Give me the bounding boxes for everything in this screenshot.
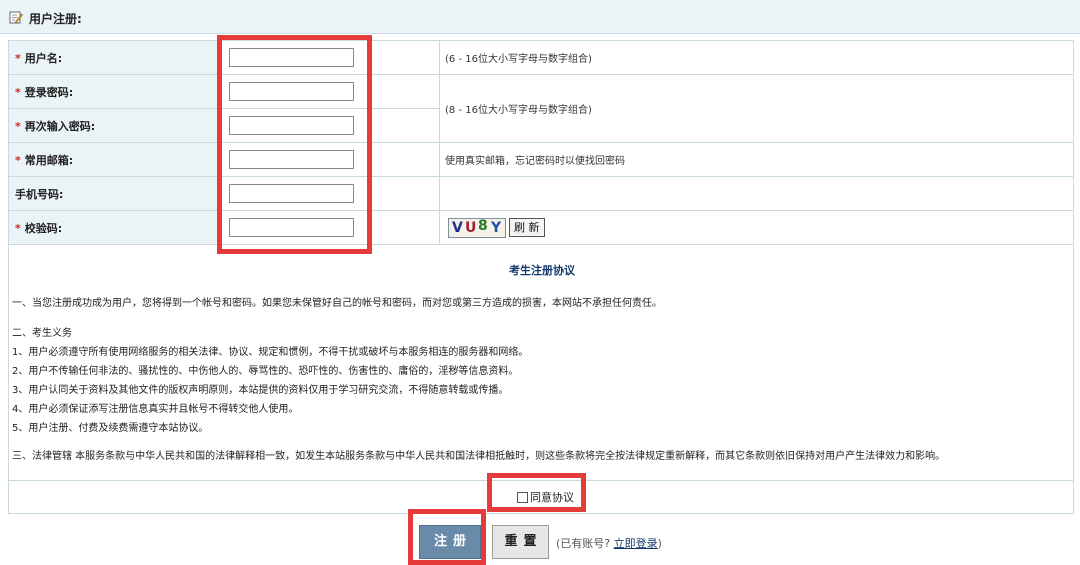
- agreement-item: 4、用户必须保证添写注册信息真实并且帐号不得转交他人使用。: [12, 404, 299, 415]
- login-prompt-text: (已有账号?: [556, 537, 614, 550]
- agreement-para-1: 一、当您注册成功成为用户，您将得到一个帐号和密码。如果您未保管好自己的帐号和密码…: [12, 298, 662, 309]
- agreement-item: 5、用户注册、付费及续费需遵守本站协议。: [12, 423, 209, 434]
- agreement-section-2-title: 二、考生义务: [12, 328, 72, 339]
- password-row: * 登录密码: (8 - 16位大小写字母与数字组合): [8, 74, 1074, 143]
- required-mark: *: [15, 119, 21, 133]
- captcha-label: 校验码:: [24, 221, 63, 235]
- login-prompt-suffix: ): [657, 537, 662, 550]
- refresh-captcha-button[interactable]: 刷 新: [509, 218, 545, 237]
- phone-input[interactable]: [229, 184, 354, 203]
- password-confirm-input[interactable]: [229, 116, 354, 135]
- reset-button[interactable]: 重置: [492, 525, 549, 559]
- password-hint: (8 - 16位大小写字母与数字组合): [439, 74, 1074, 143]
- login-link[interactable]: 立即登录: [614, 537, 658, 550]
- agree-checkbox[interactable]: [517, 492, 528, 503]
- page-title: 用户注册:: [29, 12, 82, 26]
- email-hint: 使用真实邮箱，忘记密码时以便找回密码: [439, 142, 1074, 177]
- required-mark: *: [15, 85, 21, 99]
- captcha-input[interactable]: [229, 218, 354, 237]
- agreement-item: 3、用户认同关于资料及其他文件的版权声明原则，本站提供的资料仅用于学习研究交流，…: [12, 385, 509, 396]
- agreement-para-3: 三、法律管辖 本服务条款与中华人民共和国的法律解释相一致，如发生本站服务条款与中…: [12, 451, 946, 462]
- username-label-cell: * 用户名:: [8, 40, 219, 75]
- password-input[interactable]: [229, 82, 354, 101]
- agreement-item: 2、用户不传输任何非法的、骚扰性的、中伤他人的、辱骂性的、恐吓性的、伤害性的、庸…: [12, 366, 519, 377]
- required-mark: *: [15, 51, 21, 65]
- captcha-char: Y: [491, 219, 502, 236]
- email-label: 常用邮箱:: [24, 153, 74, 167]
- registration-form: * 用户名: (6 - 16位大小写字母与数字组合) * 登录密码: (8 - 16…: [8, 40, 1074, 245]
- captcha-row: * 校验码: VU8Y刷 新: [8, 210, 1074, 245]
- captcha-char: U: [465, 219, 477, 236]
- captcha-char: V: [452, 219, 463, 236]
- password-confirm-label: 再次输入密码:: [24, 119, 96, 133]
- captcha-image[interactable]: VU8Y: [448, 217, 506, 238]
- page-header: 用户注册:: [0, 0, 1080, 34]
- agreement-title: 考生注册协议: [509, 264, 575, 277]
- login-prompt: (已有账号? 立即登录): [556, 535, 662, 551]
- register-button[interactable]: 注册: [419, 525, 481, 559]
- phone-row: 手机号码:: [8, 176, 1074, 211]
- captcha-char: 8: [478, 217, 488, 234]
- agree-row: 同意协议: [8, 481, 1074, 514]
- agree-checkbox-label[interactable]: 同意协议: [517, 489, 574, 505]
- password-label: 登录密码:: [24, 85, 74, 99]
- required-mark: *: [15, 153, 21, 167]
- username-label: 用户名:: [24, 51, 63, 65]
- username-row: * 用户名: (6 - 16位大小写字母与数字组合): [8, 40, 1074, 75]
- agreement-item: 1、用户必须遵守所有使用网络服务的相关法律、协议、规定和惯例，不得干扰或破坏与本…: [12, 347, 529, 358]
- required-mark: *: [15, 221, 21, 235]
- phone-label: 手机号码:: [15, 187, 64, 201]
- email-input[interactable]: [229, 150, 354, 169]
- username-hint: (6 - 16位大小写字母与数字组合): [439, 40, 1074, 75]
- username-input[interactable]: [229, 48, 354, 67]
- email-row: * 常用邮箱: 使用真实邮箱，忘记密码时以便找回密码: [8, 142, 1074, 177]
- agree-label: 同意协议: [530, 491, 574, 504]
- agreement-panel: 考生注册协议 一、当您注册成功成为用户，您将得到一个帐号和密码。如果您未保管好自…: [8, 244, 1074, 481]
- edit-icon: [9, 11, 23, 24]
